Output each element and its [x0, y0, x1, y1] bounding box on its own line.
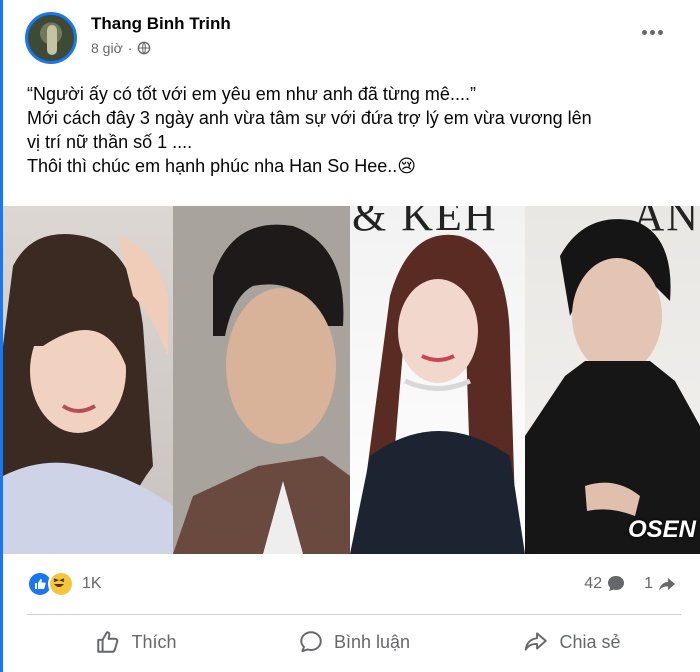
author-name[interactable]: Thang Binh Trinh [91, 14, 231, 34]
divider [27, 614, 681, 615]
more-dot-icon [641, 29, 647, 35]
more-options-button[interactable] [638, 22, 666, 42]
post-text: “Người ấy có tốt với em yêu em như anh đ… [27, 82, 667, 178]
post-line: Mới cách đây 3 ngày anh vừa tâm sự với đ… [27, 108, 592, 128]
post-header: Thang Binh Trinh 8 giờ · [25, 12, 231, 64]
more-dot-icon [657, 29, 663, 35]
photo-woman-2[interactable]: & KEH [350, 206, 525, 554]
post-line: vị trí nữ thần số 1 .... [27, 132, 193, 152]
comment-bubble-icon[interactable] [606, 574, 626, 594]
comment-icon [300, 631, 322, 653]
facebook-post: Thang Binh Trinh 8 giờ · “Người ấy có tố… [0, 0, 700, 672]
share-button[interactable]: Chia sẻ [463, 620, 681, 664]
engagement-counts: 42 1 [584, 574, 677, 594]
comment-label: Bình luận [333, 631, 411, 652]
more-dot-icon [649, 29, 655, 35]
photo-woman-1[interactable] [3, 206, 173, 554]
watermark-text: OSEN [627, 516, 696, 543]
post-subline: 8 giờ · [91, 40, 231, 56]
separator-dot: · [127, 40, 133, 56]
photo-collage[interactable]: & KEH AN OSEN [3, 206, 700, 554]
share-arrow-icon[interactable] [657, 574, 677, 594]
like-button[interactable]: Thích [27, 620, 245, 664]
share-icon [525, 632, 548, 651]
avatar[interactable] [25, 12, 77, 64]
share-count[interactable]: 1 [644, 575, 653, 593]
like-label: Thích [131, 631, 177, 652]
haha-icon [48, 571, 74, 597]
reactions-summary[interactable]: 1K [27, 571, 102, 597]
photo-man-1[interactable] [173, 206, 350, 554]
comment-button[interactable]: Bình luận [245, 620, 463, 664]
comment-count[interactable]: 42 [584, 575, 602, 593]
action-bar: Thích Bình luận Chia sẻ [27, 620, 681, 664]
post-line: Thôi thì chúc em hạnh phúc nha Han So He… [27, 156, 416, 176]
globe-icon[interactable] [137, 41, 151, 55]
post-line: “Người ấy có tốt với em yêu em như anh đ… [27, 84, 476, 104]
share-label: Chia sẻ [559, 631, 621, 652]
photo-man-2[interactable]: AN OSEN [525, 206, 700, 554]
reaction-count[interactable]: 1K [82, 575, 102, 593]
thumbs-up-icon [97, 631, 119, 653]
post-time[interactable]: 8 giờ [91, 40, 123, 56]
post-meta: Thang Binh Trinh 8 giờ · [91, 14, 231, 56]
post-stats: 1K 42 1 [27, 568, 677, 600]
